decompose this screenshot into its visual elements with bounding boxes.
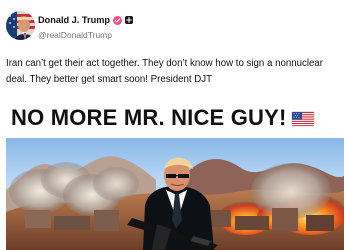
action-scene-illustration xyxy=(6,138,344,250)
square-badge-symbol-icon xyxy=(126,17,132,23)
image-headline: NO MORE MR. NICE GUY! xyxy=(11,103,341,133)
verified-badge-check-icon xyxy=(114,18,121,22)
display-name[interactable]: Donald J. Trump xyxy=(38,15,110,25)
post-header: Donald J. Trump @realDonaldTrump xyxy=(6,11,336,41)
avatar[interactable] xyxy=(6,11,35,40)
avatar-with-flag-icon xyxy=(6,11,35,40)
headline-text: NO MORE MR. NICE GUY! xyxy=(11,105,287,130)
handle[interactable]: @realDonaldTrump xyxy=(38,30,133,40)
post-text: Iran can’t get their act together. They … xyxy=(6,58,324,85)
verified-badge-icon xyxy=(112,15,122,25)
us-flag-graphic xyxy=(291,111,314,126)
square-badge-icon xyxy=(124,16,133,24)
us-flag-icon xyxy=(291,111,314,126)
author-block: Donald J. Trump @realDonaldTrump xyxy=(38,13,133,40)
post-image[interactable] xyxy=(6,138,344,250)
social-post: Donald J. Trump @realDonaldTrump Iran ca… xyxy=(0,0,350,250)
display-name-row: Donald J. Trump xyxy=(38,13,133,27)
